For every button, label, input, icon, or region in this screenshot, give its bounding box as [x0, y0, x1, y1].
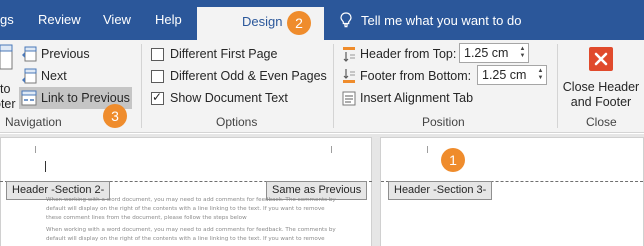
- spin-arrows[interactable]: ▲ ▼: [517, 44, 528, 62]
- goto-footer-button-partial[interactable]: to oter: [0, 42, 17, 111]
- link-to-previous-icon: [21, 90, 37, 106]
- next-label: Next: [41, 69, 67, 83]
- spin-up-icon[interactable]: ▲: [538, 68, 544, 75]
- show-document-text-checkbox[interactable]: ✓ Show Document Text: [151, 87, 288, 109]
- tab-references-partial[interactable]: gs: [0, 0, 14, 40]
- goto-footer-label-line2: oter: [0, 97, 16, 111]
- tab-view[interactable]: View: [103, 0, 131, 40]
- insert-alignment-tab-button[interactable]: Insert Alignment Tab: [342, 87, 473, 109]
- checkbox-box[interactable]: ✓: [151, 89, 164, 105]
- body-text-line: default will display on the right of the…: [46, 206, 325, 212]
- text-cursor: [45, 161, 46, 172]
- tab-help[interactable]: Help: [155, 0, 182, 40]
- previous-section-icon: [22, 46, 37, 62]
- group-divider: [557, 44, 558, 128]
- spin-up-icon[interactable]: ▲: [520, 46, 526, 53]
- page-header-icon: [0, 44, 13, 70]
- header-from-top-input[interactable]: 1.25 cm ▲ ▼: [459, 43, 529, 63]
- different-first-page-checkbox[interactable]: Different First Page: [151, 43, 277, 65]
- group-divider: [141, 44, 142, 128]
- margin-corner-mark: [427, 146, 428, 153]
- tell-me-label: Tell me what you want to do: [361, 12, 522, 28]
- margin-corner-mark: [331, 146, 332, 153]
- goto-footer-label-line1: to: [0, 82, 11, 96]
- spin-down-icon[interactable]: ▼: [520, 53, 526, 60]
- body-text-line: When working with a word document, you m…: [46, 227, 336, 233]
- different-first-page-label: Different First Page: [170, 47, 278, 61]
- header-position-icon: [343, 47, 355, 62]
- spin-down-icon[interactable]: ▼: [538, 75, 544, 82]
- next-section-icon: [22, 68, 37, 84]
- tab-review[interactable]: Review: [38, 0, 81, 40]
- callout-badge-2: 2: [287, 11, 311, 35]
- position-group-label: Position: [422, 115, 465, 129]
- checkmark-icon: ✓: [152, 89, 163, 104]
- alignment-tab-icon: [342, 91, 356, 106]
- header-from-top-row: Header from Top:: [342, 43, 456, 65]
- header-section-3-tag: Header -Section 3-: [388, 181, 493, 200]
- previous-button[interactable]: Previous: [21, 43, 90, 65]
- tell-me-search[interactable]: Tell me what you want to do: [340, 0, 521, 40]
- insert-alignment-tab-label: Insert Alignment Tab: [360, 91, 474, 105]
- lightbulb-icon: [340, 12, 352, 28]
- link-to-previous-label: Link to Previous: [41, 91, 130, 105]
- header-from-top-label: Header from Top:: [360, 47, 457, 61]
- group-divider: [333, 44, 334, 128]
- callout-badge-1: 1: [441, 148, 465, 172]
- body-text-line: these comment lines from the document, p…: [46, 215, 247, 221]
- different-odd-even-label: Different Odd & Even Pages: [170, 69, 327, 83]
- options-group-label: Options: [216, 115, 258, 129]
- header-from-top-value[interactable]: 1.25 cm: [460, 46, 517, 60]
- close-x-icon: [589, 47, 613, 71]
- spin-arrows[interactable]: ▲ ▼: [535, 66, 546, 84]
- next-button[interactable]: Next: [21, 65, 67, 87]
- ribbon-tab-bar: gs Review View Help Design Tell me what …: [0, 0, 644, 40]
- body-text-line: default will display on the right of the…: [46, 236, 325, 242]
- previous-label: Previous: [41, 47, 90, 61]
- footer-position-icon: [343, 69, 355, 83]
- ribbon-design-panel: to oter Previous Next: [0, 40, 644, 133]
- checkbox-box[interactable]: [151, 69, 164, 83]
- close-header-footer-button[interactable]: Close Header and Footer: [561, 42, 641, 112]
- callout-badge-3: 3: [103, 104, 127, 128]
- checkbox-box[interactable]: [151, 47, 164, 61]
- different-odd-even-checkbox[interactable]: Different Odd & Even Pages: [151, 65, 327, 87]
- body-text-line: When working with a word document, you m…: [46, 197, 336, 203]
- show-document-text-label: Show Document Text: [170, 91, 288, 105]
- margin-corner-mark: [35, 146, 36, 153]
- close-header-label-line2: and Footer: [570, 95, 632, 109]
- footer-from-bottom-row: Footer from Bottom:: [342, 65, 471, 87]
- close-group-label: Close: [586, 115, 617, 129]
- footer-from-bottom-input[interactable]: 1.25 cm ▲ ▼: [477, 65, 547, 85]
- footer-from-bottom-value[interactable]: 1.25 cm: [478, 68, 535, 82]
- footer-from-bottom-label: Footer from Bottom:: [360, 69, 472, 83]
- navigation-group-label: Navigation: [5, 115, 62, 129]
- close-header-label-line1: Close Header: [562, 80, 640, 94]
